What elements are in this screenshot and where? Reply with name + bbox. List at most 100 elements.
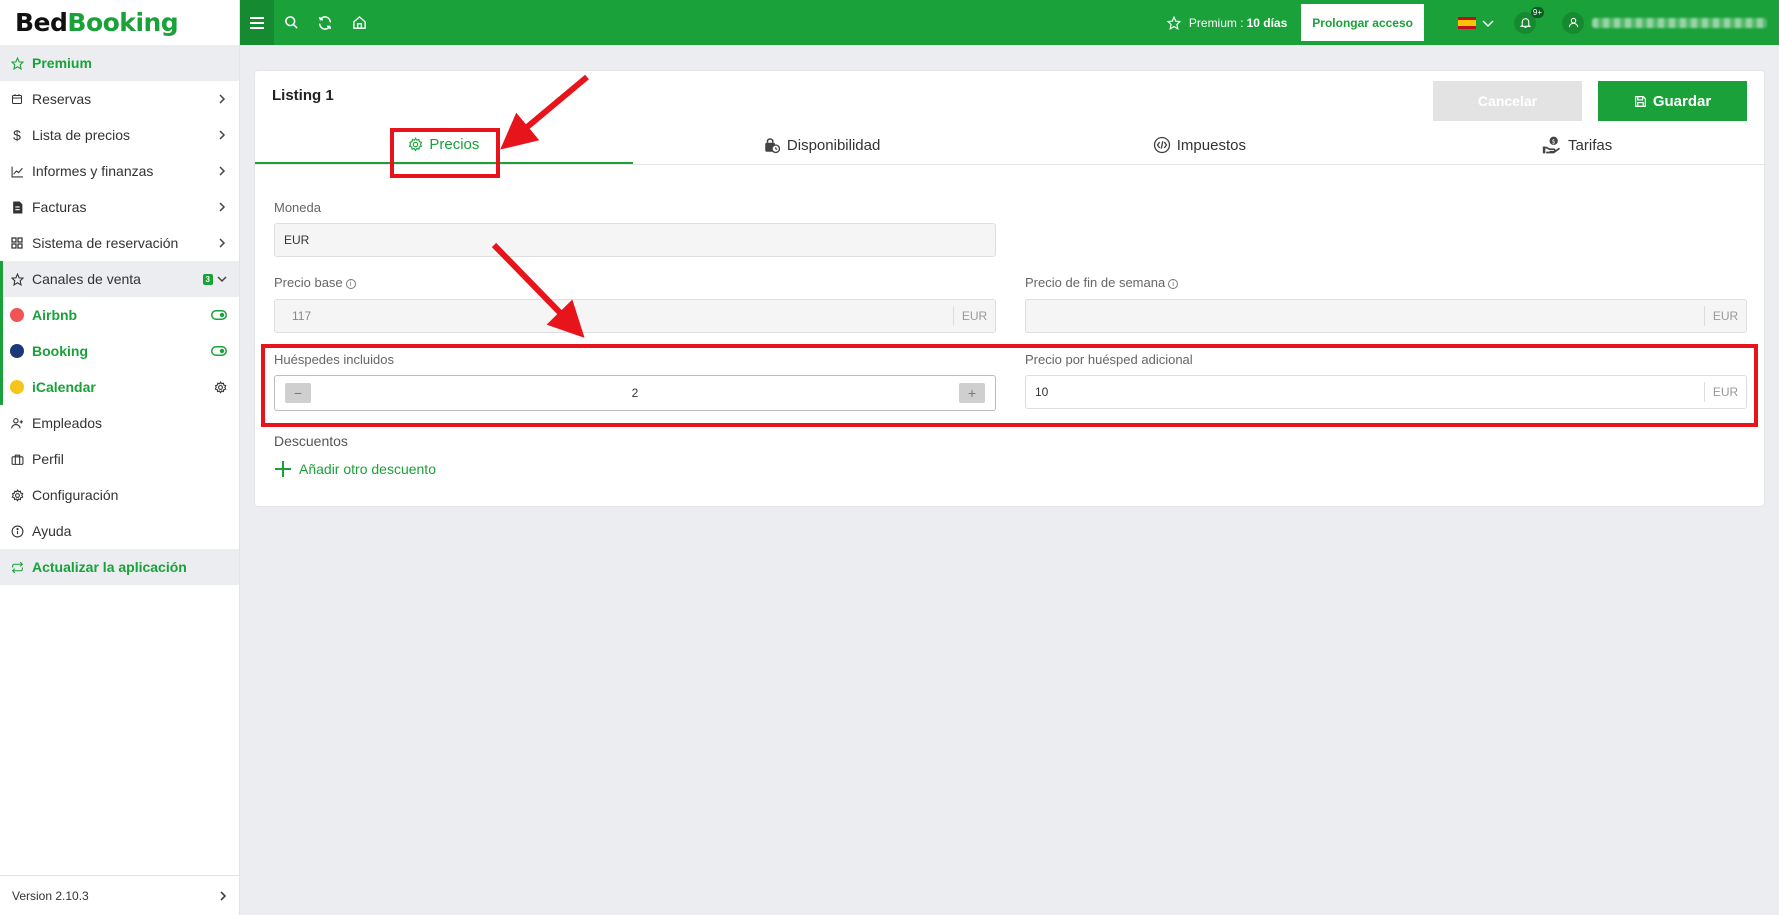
sidebar-item-lista-precios[interactable]: $ Lista de precios: [0, 117, 239, 153]
info-icon[interactable]: i: [345, 278, 356, 289]
sidebar-item-label: Booking: [32, 343, 88, 359]
version-label: Version 2.10.3: [12, 888, 89, 903]
currency-select[interactable]: EUR: [274, 223, 996, 257]
sidebar-item-label: Premium: [32, 55, 92, 71]
sidebar-item-airbnb[interactable]: Airbnb: [0, 297, 239, 333]
hamburger-icon: [250, 16, 264, 29]
chevron-right-icon: [219, 166, 226, 176]
toggle-on-icon[interactable]: [211, 346, 227, 356]
search-button[interactable]: [274, 0, 308, 45]
chevron-right-icon: [220, 890, 227, 901]
base-price-field[interactable]: 117 EUR: [274, 299, 996, 333]
sidebar-item-label: Airbnb: [32, 307, 78, 323]
home-button[interactable]: [342, 0, 376, 45]
sidebar-item-sistema-reservacion[interactable]: Sistema de reservación: [0, 225, 239, 261]
sidebar-item-premium[interactable]: Premium: [0, 45, 239, 81]
logo[interactable]: Bed Booking: [0, 0, 239, 45]
weekend-price-field[interactable]: EUR: [1025, 299, 1747, 333]
currency-label: Moneda: [274, 200, 321, 215]
add-discount-button[interactable]: Añadir otro descuento: [275, 461, 436, 477]
add-discount-label: Añadir otro descuento: [299, 461, 436, 477]
user-avatar[interactable]: [1562, 11, 1584, 34]
sidebar-item-ayuda[interactable]: Ayuda: [0, 513, 239, 549]
page-title: Listing 1: [272, 87, 334, 104]
bell-icon: [1519, 18, 1531, 28]
user-plus-icon: [10, 416, 24, 430]
calendar-icon: [10, 92, 24, 106]
sidebar-item-configuracion[interactable]: Configuración: [0, 477, 239, 513]
tab-label: Tarifas: [1568, 136, 1613, 154]
version-bar[interactable]: Version 2.10.3: [0, 875, 240, 915]
base-price-value: 117: [292, 309, 312, 323]
prolong-access-button[interactable]: Prolongar acceso: [1301, 4, 1424, 41]
gear-icon: [10, 488, 24, 502]
booking-dot-icon: [10, 344, 24, 358]
highlight-box-precios-tab: [390, 128, 500, 178]
topbar: Premium :10 días Prolongar acceso 9+: [240, 0, 1779, 45]
sidebar-item-label: Informes y finanzas: [32, 163, 154, 179]
cancel-button[interactable]: Cancelar: [1433, 81, 1582, 121]
sidebar-item-label: Empleados: [32, 415, 103, 431]
sidebar-item-icalendar[interactable]: iCalendar: [0, 369, 239, 405]
channels-count-badge: 3: [202, 273, 213, 285]
premium-label: Premium :: [1188, 15, 1244, 30]
base-price-label-wrap: Precio base i: [274, 275, 356, 290]
weekend-price-unit: EUR: [1704, 306, 1746, 326]
tab-tarifas[interactable]: $ Tarifas: [1388, 126, 1766, 164]
dollar-icon: $: [13, 127, 21, 143]
tab-label: Impuestos: [1176, 136, 1246, 154]
weekend-price-label: Precio de fin de semana: [1025, 275, 1166, 290]
tab-label: Disponibilidad: [786, 136, 881, 154]
sidebar-item-label: Configuración: [32, 487, 119, 503]
notifications-button[interactable]: 9+: [1514, 6, 1544, 34]
sidebar-item-label: Ayuda: [32, 523, 72, 539]
sidebar-item-label: Reservas: [32, 91, 92, 107]
highlight-box-guests-row: [261, 344, 1758, 427]
tab-impuestos[interactable]: Impuestos: [1011, 126, 1389, 164]
sidebar-item-booking[interactable]: Booking: [0, 333, 239, 369]
weekend-price-label-wrap: Precio de fin de semana i: [1025, 275, 1179, 290]
invoice-icon: [10, 200, 24, 214]
user-name-redacted[interactable]: [1592, 17, 1767, 28]
language-selector[interactable]: [1458, 16, 1494, 29]
sidebar-item-empleados[interactable]: Empleados: [0, 405, 239, 441]
sidebar-item-perfil[interactable]: Perfil: [0, 441, 239, 477]
chevron-right-icon: [219, 94, 226, 104]
refresh-button[interactable]: [308, 0, 342, 45]
refresh-icon: [10, 560, 24, 574]
currency-value: EUR: [284, 233, 310, 247]
save-label: Guardar: [1652, 92, 1712, 110]
sidebar-item-facturas[interactable]: Facturas: [0, 189, 239, 225]
menu-button[interactable]: [240, 0, 274, 45]
chevron-right-icon: [219, 238, 226, 248]
sidebar-item-label: Lista de precios: [32, 127, 131, 143]
tab-disponibilidad[interactable]: Disponibilidad: [633, 126, 1011, 164]
sidebar-item-actualizar[interactable]: Actualizar la aplicación: [0, 549, 239, 585]
lock-clock-icon: [765, 138, 781, 154]
premium-days: 10 días: [1246, 15, 1288, 30]
sidebar-item-reservas[interactable]: Reservas: [0, 81, 239, 117]
info-icon[interactable]: i: [1168, 278, 1179, 289]
info-icon: [10, 524, 24, 538]
sidebar-item-label: Canales de venta: [32, 271, 141, 287]
save-button[interactable]: Guardar: [1598, 81, 1747, 121]
gear-icon[interactable]: [214, 380, 227, 394]
plus-icon: [275, 461, 291, 477]
base-price-label: Precio base: [274, 275, 343, 290]
home-icon: [352, 15, 366, 29]
grid-icon: [10, 236, 24, 250]
chevron-down-icon: [1482, 19, 1494, 27]
notification-count-badge: 9+: [1530, 6, 1544, 18]
sidebar-item-label: Sistema de reservación: [32, 235, 179, 251]
sidebar-item-canales-venta[interactable]: Canales de venta 3: [0, 261, 239, 297]
sidebar: Bed Booking Premium Reservas $ Lista de p…: [0, 0, 240, 915]
sidebar-item-informes[interactable]: Informes y finanzas: [0, 153, 239, 189]
refresh-icon: [318, 15, 332, 30]
toggle-on-icon[interactable]: [211, 310, 227, 320]
user-icon: [1568, 17, 1578, 28]
svg-text:$: $: [1552, 139, 1556, 145]
sidebar-item-label: Actualizar la aplicación: [32, 559, 187, 575]
base-price-unit: EUR: [953, 306, 995, 326]
chevron-down-icon: [217, 276, 227, 283]
chevron-right-icon: [219, 202, 226, 212]
